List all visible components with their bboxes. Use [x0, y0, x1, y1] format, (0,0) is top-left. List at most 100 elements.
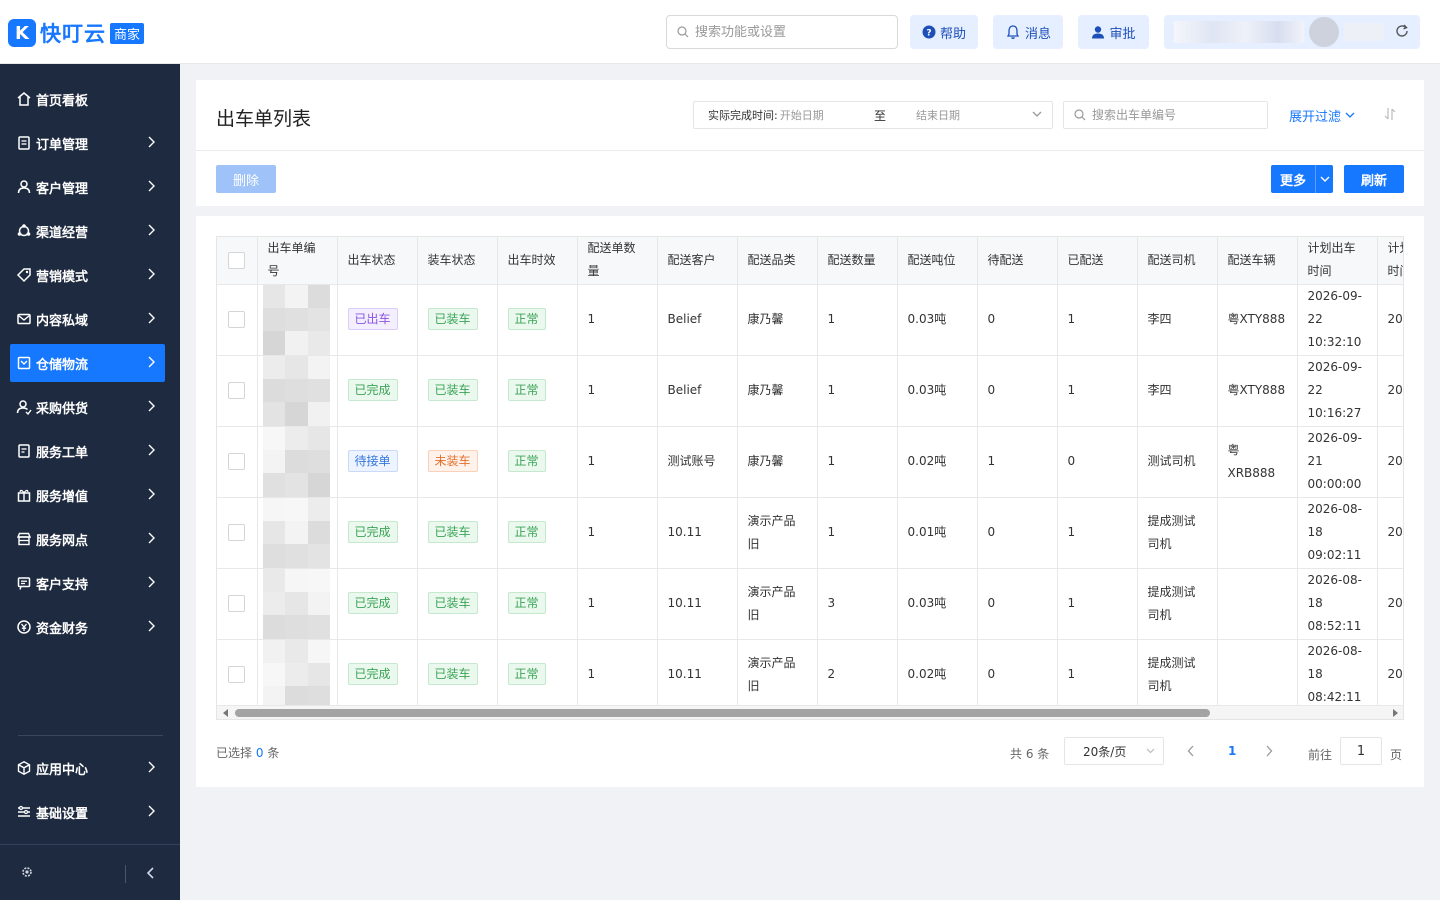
sidebar-item-user[interactable]: 客户管理: [10, 168, 165, 206]
order-search-input[interactable]: [1092, 108, 1262, 122]
sidebar-bottom-item-settings-list[interactable]: 基础设置: [10, 793, 165, 831]
prev-page-icon[interactable]: [1187, 745, 1195, 757]
table-row[interactable]: 已完成 已装车 正常 1 10.11 演示产品旧 2 0.02吨 0 1 提成测试司机 2026-08…: [217, 639, 1403, 711]
order-search[interactable]: [1063, 101, 1268, 129]
cell-plan-time-2: 2018-1: [1377, 639, 1403, 711]
depart-status-tag: 已完成: [347, 592, 398, 614]
table-row[interactable]: 已完成 已装车 正常 1 10.11 演示产品旧 3 0.03吨 0 1 提成测试司机 2026-08…: [217, 568, 1403, 640]
cell-order-no[interactable]: [257, 568, 338, 640]
user-account[interactable]: [1164, 15, 1420, 49]
cell-load-status: 未装车: [417, 426, 498, 498]
sidebar-item-channel[interactable]: 渠道经营: [10, 212, 165, 250]
warehouse-icon: [16, 355, 32, 371]
cell-vehicle: 粤XTY888: [1217, 355, 1298, 427]
cell-driver: 提成测试司机: [1137, 568, 1218, 640]
sidebar-item-purchase[interactable]: 采购供货: [10, 388, 165, 426]
table-row[interactable]: 已完成 已装车 正常 1 10.11 演示产品旧 1 0.01吨 0 1 提成测试司机 2026-08…: [217, 497, 1403, 569]
col-header-pending: 待配送: [977, 237, 1058, 285]
expand-filter-button[interactable]: 展开过滤: [1289, 106, 1355, 125]
blurred-store: [1344, 23, 1384, 41]
date-start-input[interactable]: 开始日期: [780, 107, 824, 123]
row-checkbox[interactable]: [228, 382, 246, 399]
sidebar-item-tag[interactable]: 营销模式: [10, 256, 165, 294]
gear-icon[interactable]: [20, 865, 34, 879]
col-header-customer: 配送客户: [657, 237, 738, 285]
table-row[interactable]: 待接单 未装车 正常 1 测试账号 康乃馨 1 0.02吨 1 0 测试司机 粤XRB888 2026-…: [217, 426, 1403, 498]
help-button[interactable]: ? 帮助: [910, 15, 978, 49]
sidebar-item-mail[interactable]: 内容私域: [10, 300, 165, 338]
logo-mark: K: [8, 19, 36, 47]
cell-pending: 1: [977, 426, 1058, 498]
row-checkbox[interactable]: [228, 666, 246, 683]
row-checkbox[interactable]: [228, 311, 246, 328]
sidebar-item-store[interactable]: 服务网点: [10, 520, 165, 558]
logo[interactable]: K 快叮云 商家: [8, 18, 145, 48]
cell-order-count: 1: [577, 639, 658, 711]
more-dropdown-toggle[interactable]: [1316, 176, 1333, 183]
cell-order-no[interactable]: [257, 639, 338, 711]
global-search-input[interactable]: [695, 24, 885, 40]
row-select-cell: [217, 568, 258, 640]
cell-plan-time-2: 2024-0: [1377, 284, 1403, 356]
collapse-sidebar-icon[interactable]: [146, 866, 156, 880]
cell-order-no[interactable]: [257, 355, 338, 427]
table-row[interactable]: 已完成 已装车 正常 1 Belief 康乃馨 1 0.03吨 0 1 李四 粤XTY888 2026-…: [217, 355, 1403, 427]
date-end-input[interactable]: 结束日期: [916, 107, 960, 123]
col-header-tonnage: 配送吨位: [897, 237, 978, 285]
cell-category: 演示产品旧: [737, 497, 818, 569]
col-header-delivered: 已配送: [1057, 237, 1138, 285]
sort-icon[interactable]: [1384, 107, 1396, 121]
messages-button[interactable]: 消息: [993, 15, 1063, 49]
cell-customer: 10.11: [657, 639, 738, 711]
scrollbar-thumb[interactable]: [235, 709, 1210, 717]
scroll-right-icon[interactable]: [1391, 709, 1399, 717]
cell-timeliness: 正常: [497, 639, 578, 711]
global-search[interactable]: [666, 15, 898, 49]
sidebar-item-warehouse[interactable]: 仓储物流: [10, 344, 165, 382]
cell-order-no[interactable]: [257, 497, 338, 569]
load-status-tag: 已装车: [427, 379, 478, 401]
sidebar-item-ticket[interactable]: 服务工单: [10, 432, 165, 470]
search-icon: [677, 26, 689, 38]
logo-badge: 商家: [110, 22, 145, 44]
cell-load-status: 已装车: [417, 355, 498, 427]
sidebar-bottom-item-cube[interactable]: 应用中心: [10, 749, 165, 787]
chevron-right-icon: [148, 356, 155, 368]
sidebar-item-home[interactable]: 首页看板: [10, 80, 165, 118]
row-checkbox[interactable]: [228, 453, 246, 470]
table-row[interactable]: 已出车 已装车 正常 1 Belief 康乃馨 1 0.03吨 0 1 李四 粤XTY888 2026-…: [217, 284, 1403, 356]
sidebar-item-support[interactable]: 客户支持: [10, 564, 165, 602]
row-checkbox[interactable]: [228, 524, 246, 541]
delete-button[interactable]: 删除: [216, 165, 276, 193]
reload-icon[interactable]: [1394, 23, 1410, 39]
sidebar-item-finance[interactable]: 资金财务: [10, 608, 165, 646]
refresh-button[interactable]: 刷新: [1344, 165, 1404, 193]
goto-page-input[interactable]: [1340, 737, 1382, 765]
next-page-icon[interactable]: [1265, 745, 1273, 757]
sidebar-item-order[interactable]: 订单管理: [10, 124, 165, 162]
cell-order-count: 1: [577, 497, 658, 569]
approval-button[interactable]: 审批: [1078, 15, 1149, 49]
more-button[interactable]: 更多: [1271, 165, 1333, 193]
col-header-timeliness: 出车时效: [497, 237, 578, 285]
horizontal-scrollbar[interactable]: [217, 705, 1403, 719]
tag-icon: [16, 267, 32, 283]
chevron-right-icon: [148, 805, 155, 817]
bell-icon: [1006, 25, 1020, 39]
help-icon: ?: [922, 25, 936, 39]
cell-order-no[interactable]: [257, 284, 338, 356]
channel-icon: [16, 223, 32, 239]
row-checkbox[interactable]: [228, 595, 246, 612]
cell-customer: Belief: [657, 284, 738, 356]
cell-load-status: 已装车: [417, 284, 498, 356]
depart-status-tag: 已完成: [347, 521, 398, 543]
date-range-picker[interactable]: 实际完成时间: 开始日期 至 结束日期: [693, 101, 1053, 129]
current-page[interactable]: 1: [1228, 744, 1236, 758]
page-size-select[interactable]: 20条/页: [1064, 737, 1164, 765]
sidebar-item-gift[interactable]: 服务增值: [10, 476, 165, 514]
sidebar-item-label: 首页看板: [36, 93, 89, 109]
cube-icon: [16, 760, 32, 776]
select-all-checkbox[interactable]: [228, 251, 246, 269]
cell-order-no[interactable]: [257, 426, 338, 498]
scroll-left-icon[interactable]: [222, 709, 230, 717]
